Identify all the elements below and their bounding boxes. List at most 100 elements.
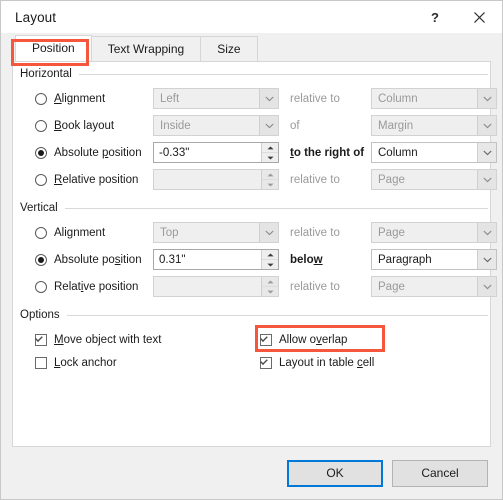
vertical-group-header: Vertical: [20, 202, 488, 214]
chevron-down-icon: [477, 89, 496, 108]
radio-vertical-alignment[interactable]: Alignment: [35, 222, 105, 243]
combo-vertical-alignment[interactable]: Top: [153, 222, 279, 243]
checkbox-icon: [35, 357, 47, 369]
cancel-button[interactable]: Cancel: [392, 459, 488, 487]
combo-vertical-absolute-relative[interactable]: Paragraph: [371, 249, 497, 270]
radio-label: Absolute position: [54, 253, 142, 266]
spinner-vertical-absolute-position[interactable]: 0.31": [153, 249, 279, 270]
help-icon[interactable]: ?: [414, 1, 456, 33]
combo-value: Page: [378, 226, 405, 239]
tab-text-wrapping[interactable]: Text Wrapping: [90, 36, 202, 61]
chevron-down-icon: [259, 116, 278, 135]
combo-value: Inside: [160, 119, 191, 132]
vertical-row-alignment: Alignment Top relative to Page: [13, 222, 497, 243]
combo-value: Page: [378, 173, 405, 186]
chevron-down-icon: [259, 223, 278, 242]
spinner-horizontal-relative-position[interactable]: [153, 169, 279, 190]
checkbox-layout-in-table-cell[interactable]: Layout in table cell: [260, 353, 374, 373]
chevron-down-icon: [477, 250, 496, 269]
chevron-down-icon: [477, 143, 496, 162]
radio-label: Alignment: [54, 92, 106, 105]
horizontal-group-header: Horizontal: [20, 68, 488, 80]
checkbox-move-object-with-text[interactable]: Move object with text: [35, 330, 161, 350]
radio-button-icon: [35, 253, 47, 266]
combo-value: Paragraph: [378, 253, 432, 266]
radio-horizontal-relative-position[interactable]: Relative position: [35, 169, 138, 190]
combo-horizontal-relative-relative[interactable]: Page: [371, 169, 497, 190]
group-rule: [66, 314, 488, 316]
radio-vertical-relative-position[interactable]: Relative position: [35, 276, 138, 297]
checkbox-lock-anchor[interactable]: Lock anchor: [35, 353, 117, 373]
tab-position[interactable]: Position: [15, 35, 92, 61]
spinner-buttons: [261, 143, 278, 162]
label-relative-to-h4: relative to: [290, 173, 340, 186]
spinner-down-icon[interactable]: [262, 260, 278, 269]
spinner-buttons: [261, 277, 278, 296]
radio-label: Book layout: [54, 119, 115, 132]
horizontal-row-alignment: Alignment Left relative to Column: [13, 88, 497, 109]
checkbox-label: Move object with text: [54, 334, 162, 346]
spinner-value[interactable]: [154, 277, 261, 296]
combo-horizontal-alignment[interactable]: Left: [153, 88, 279, 109]
combo-horizontal-alignment-relative[interactable]: Column: [371, 88, 497, 109]
checkbox-icon: [260, 334, 272, 346]
options-group-label: Options: [20, 309, 60, 321]
tab-strip: Position Text Wrapping Size: [1, 33, 502, 61]
spinner-horizontal-absolute-position[interactable]: -0.33": [153, 142, 279, 163]
options-group-header: Options: [20, 309, 488, 321]
vertical-row-absolute-position: Absolute position 0.31" belo w Paragraph: [13, 249, 497, 270]
spinner-value[interactable]: [154, 170, 261, 189]
chevron-down-icon: [477, 277, 496, 296]
combo-value: Left: [160, 92, 180, 105]
label-relative-to-h1: relative to: [290, 92, 340, 105]
radio-vertical-absolute-position[interactable]: Absolute position: [35, 249, 142, 270]
radio-horizontal-book-layout[interactable]: Book layout: [35, 115, 114, 136]
spinner-up-icon[interactable]: [262, 277, 278, 287]
group-rule: [64, 207, 488, 209]
layout-dialog: Layout ? Position Text Wrapping Size Hor…: [0, 0, 503, 500]
spinner-up-icon[interactable]: [262, 143, 278, 153]
radio-label: Relative position: [54, 173, 139, 186]
combo-book-layout-of[interactable]: Margin: [371, 115, 497, 136]
checkbox-allow-overlap[interactable]: Allow overlap: [260, 330, 347, 350]
combo-value: Margin: [378, 119, 414, 132]
dialog-title: Layout: [15, 9, 57, 25]
combo-value: Top: [160, 226, 179, 239]
spinner-vertical-relative-position[interactable]: [153, 276, 279, 297]
radio-button-icon: [35, 92, 47, 105]
spinner-down-icon[interactable]: [262, 180, 278, 189]
radio-horizontal-alignment[interactable]: Alignment: [35, 88, 105, 109]
checkbox-icon: [35, 334, 47, 346]
spinner-down-icon[interactable]: [262, 287, 278, 296]
spinner-up-icon[interactable]: [262, 170, 278, 180]
combo-value: Column: [378, 92, 418, 105]
radio-button-icon: [35, 280, 47, 293]
spinner-down-icon[interactable]: [262, 153, 278, 162]
horizontal-row-relative-position: Relative position relative to Page: [13, 169, 497, 190]
horizontal-group-label: Horizontal: [20, 68, 72, 80]
label-below: belo w: [290, 253, 323, 266]
combo-book-layout[interactable]: Inside: [153, 115, 279, 136]
close-icon[interactable]: [456, 1, 502, 33]
radio-button-icon: [35, 173, 47, 186]
ok-button[interactable]: OK: [287, 459, 383, 487]
combo-vertical-alignment-relative[interactable]: Page: [371, 222, 497, 243]
label-relative-to-v3: relative to: [290, 280, 340, 293]
combo-horizontal-absolute-relative[interactable]: Column: [371, 142, 497, 163]
group-rule: [78, 73, 488, 75]
spinner-buttons: [261, 170, 278, 189]
radio-label: Relative position: [54, 280, 139, 293]
spinner-up-icon[interactable]: [262, 250, 278, 260]
tab-size[interactable]: Size: [200, 36, 258, 61]
chevron-down-icon: [259, 89, 278, 108]
spinner-buttons: [261, 250, 278, 269]
spinner-value[interactable]: 0.31": [154, 250, 261, 269]
combo-value: Page: [378, 280, 405, 293]
vertical-row-relative-position: Relative position relative to Page: [13, 276, 497, 297]
spinner-value[interactable]: -0.33": [154, 143, 261, 162]
combo-vertical-relative-relative[interactable]: Page: [371, 276, 497, 297]
chevron-down-icon: [477, 116, 496, 135]
radio-horizontal-absolute-position[interactable]: Absolute position: [35, 142, 142, 163]
chevron-down-icon: [477, 170, 496, 189]
checkbox-label: Allow overlap: [279, 334, 348, 346]
